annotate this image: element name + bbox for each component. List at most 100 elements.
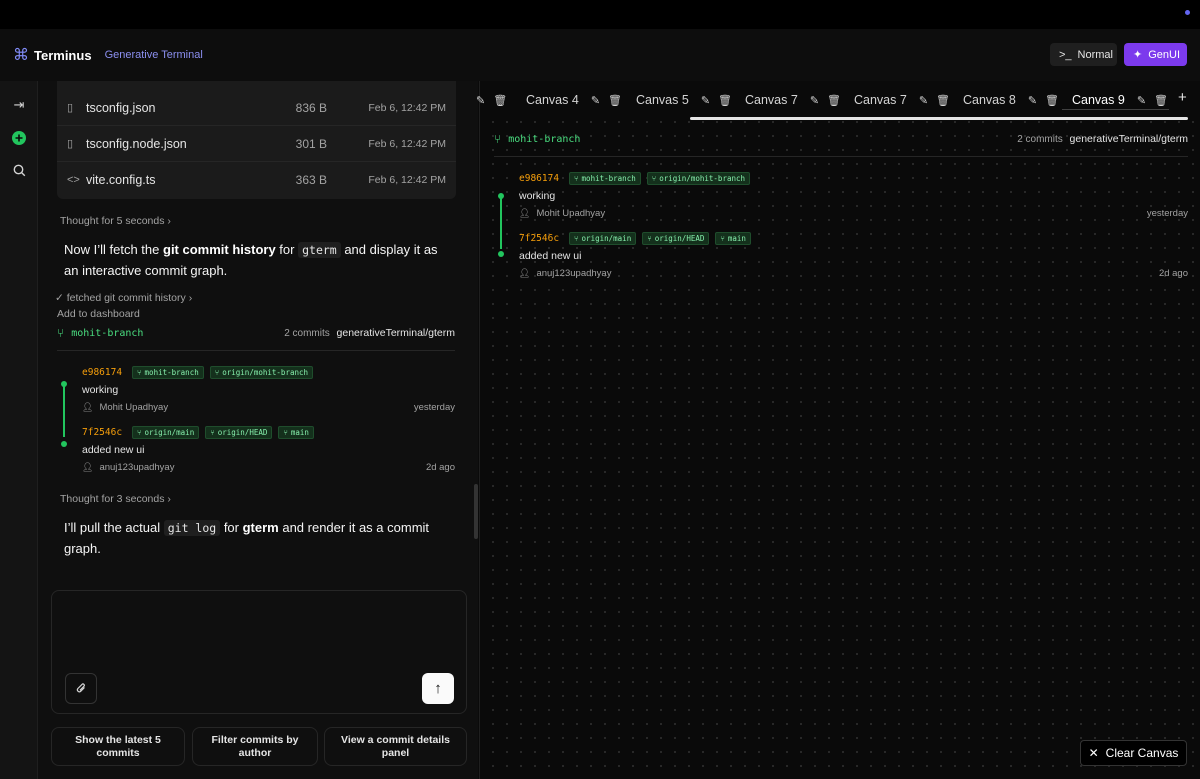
pencil-icon[interactable]: ✎ [810, 94, 819, 107]
trash-icon[interactable]: 🗑︎ [1045, 94, 1059, 107]
repo-name: generativeTerminal/gterm [336, 327, 455, 339]
clear-canvas-button[interactable]: ✕ Clear Canvas [1080, 740, 1187, 766]
trash-icon[interactable]: 🗑︎ [718, 94, 732, 107]
branch-name: mohit-branch [508, 133, 581, 145]
commit-item[interactable]: e986174 ⑂ mohit-branch ⑂ origin/mohit-bran… [519, 171, 1188, 219]
commit-hash: 7f2546c [519, 232, 560, 244]
new-chat-icon[interactable] [11, 130, 27, 146]
file-row[interactable]: <> vite.config.ts 363 B Feb 6, 12:42 PM [57, 162, 456, 198]
thought-toggle[interactable]: Thought for 3 seconds › [60, 493, 171, 505]
tab-partial[interactable]: ✎ 🗑︎ [476, 91, 507, 109]
divider [494, 156, 1188, 157]
ref-label: origin/main [144, 427, 195, 437]
ref-tag: ⑂ origin/main [132, 425, 200, 439]
ref-label: mohit-branch [144, 367, 199, 377]
trash-icon[interactable]: 🗑︎ [827, 94, 841, 107]
commit-time: yesterday [1146, 208, 1188, 219]
commit-time: 2d ago [425, 462, 455, 473]
ref-tag: ⑂ main [278, 425, 314, 439]
add-to-dashboard-link[interactable]: Add to dashboard [57, 308, 140, 320]
ref-tag: ⑂ origin/main [569, 231, 637, 245]
tab-canvas-4[interactable]: Canvas 4 ✎ 🗑︎ [526, 91, 622, 109]
ref-label: main [290, 427, 309, 437]
tab-canvas-7b[interactable]: Canvas 7 ✎ 🗑︎ [854, 91, 950, 109]
tab-label: Canvas 9 [1072, 93, 1125, 107]
file-size: 836 B [295, 100, 327, 115]
trash-icon[interactable]: 🗑︎ [493, 94, 507, 107]
pencil-icon[interactable]: ✎ [591, 94, 600, 107]
commit-item[interactable]: 7f2546c ⑂ origin/main ⑂ origin/HEAD ⑂ main … [519, 231, 1188, 279]
graph-header: ⑂ mohit-branch [57, 324, 143, 342]
tab-canvas-8[interactable]: Canvas 8 ✎ 🗑︎ [963, 91, 1059, 109]
graph-meta: 2 commits generativeTerminal/gterm [284, 327, 455, 339]
commit-hash: 7f2546c [82, 426, 123, 438]
suggestion-chip[interactable]: Filter commits by author [192, 727, 318, 766]
commit-message: added new ui [519, 250, 582, 262]
user-icon: 👤︎ [519, 208, 531, 218]
tab-label: Canvas 7 [745, 93, 798, 107]
paperclip-icon[interactable] [65, 673, 97, 704]
canvas-area: ✎ 🗑︎ Canvas 4 ✎ 🗑︎ Canvas 5 ✎ 🗑︎ Canvas … [476, 81, 1200, 779]
commit-message: working [82, 384, 119, 396]
file-date: Feb 6, 12:42 PM [368, 137, 446, 150]
file-icon: ▯ [67, 102, 74, 114]
tabs-scrollbar[interactable] [690, 117, 1188, 120]
commit-time: yesterday [413, 402, 455, 413]
ref-label: mohit-branch [581, 173, 636, 183]
git-branch-icon: ⑂ [283, 427, 288, 437]
user-icon: 👤︎ [519, 268, 531, 278]
trash-icon[interactable]: 🗑︎ [1154, 94, 1168, 107]
chat-panel: ▯ tsconfig.json 836 B Feb 6, 12:42 PM ▯ … [38, 81, 478, 779]
normal-mode-button[interactable]: >_ Normal [1050, 43, 1117, 66]
commit-time: 2d ago [1158, 268, 1188, 279]
commit-item[interactable]: e986174 ⑂ mohit-branch ⑂ origin/mohit-bran… [82, 365, 455, 413]
command-icon: ⌘ [13, 47, 29, 64]
search-icon[interactable] [11, 162, 27, 178]
file-row[interactable]: ▯ tsconfig.json 836 B Feb 6, 12:42 PM [57, 90, 456, 126]
pencil-icon[interactable]: ✎ [1137, 94, 1146, 107]
send-arrow-icon[interactable]: ↑ [422, 673, 454, 704]
suggestion-chip[interactable]: View a commit details panel [324, 727, 467, 766]
ref-label: origin/mohit-branch [659, 173, 746, 183]
genui-mode-button[interactable]: ✦ GenUI [1124, 43, 1187, 66]
check-icon: ✓ [55, 292, 67, 304]
commit-line [500, 197, 502, 249]
tab-canvas-7[interactable]: Canvas 7 ✎ 🗑︎ [745, 91, 841, 109]
thought-label: Thought for 5 seconds [60, 215, 165, 227]
pencil-icon[interactable]: ✎ [701, 94, 710, 107]
commit-graph-canvas: ⑂ mohit-branch 2 commits generativeTermi… [494, 130, 1188, 290]
trash-icon[interactable]: 🗑︎ [608, 94, 622, 107]
file-date: Feb 6, 12:42 PM [368, 101, 446, 114]
trash-icon[interactable]: 🗑︎ [936, 94, 950, 107]
tab-label: Canvas 8 [963, 93, 1016, 107]
commit-dot [61, 381, 67, 387]
message-bold: gterm [242, 520, 279, 535]
commit-hash: e986174 [519, 172, 560, 184]
suggestion-chip[interactable]: Show the latest 5 commits [51, 727, 185, 766]
pencil-icon[interactable]: ✎ [919, 94, 928, 107]
file-row[interactable]: ▯ tsconfig.node.json 301 B Feb 6, 12:42 … [57, 126, 456, 162]
brand: ⌘ Terminus Generative Terminal [13, 45, 203, 65]
chat-scrollbar[interactable] [474, 484, 478, 539]
file-icon: ▯ [67, 138, 74, 150]
tool-status-label: fetched git commit history [66, 292, 186, 304]
expand-sidebar-icon[interactable]: ⇥ [11, 97, 27, 113]
git-branch-icon: ⑂ [574, 233, 579, 243]
thought-toggle[interactable]: Thought for 5 seconds › [60, 215, 171, 227]
canvas-tabs: ✎ 🗑︎ Canvas 4 ✎ 🗑︎ Canvas 5 ✎ 🗑︎ Canvas … [476, 81, 1200, 121]
ref-tag: ⑂ origin/mohit-branch [209, 365, 314, 379]
tab-canvas-5[interactable]: Canvas 5 ✎ 🗑︎ [636, 91, 732, 109]
tab-canvas-9[interactable]: Canvas 9 ✎ 🗑︎ [1072, 91, 1168, 109]
plus-icon[interactable]: + [1178, 89, 1187, 106]
commit-item[interactable]: 7f2546c ⑂ origin/main ⑂ origin/HEAD ⑂ main … [82, 425, 455, 473]
commit-author: anuj123upadhyay [99, 462, 175, 473]
window-top-bar [0, 0, 1200, 29]
chat-composer[interactable]: ↑ [51, 590, 467, 714]
pencil-icon[interactable]: ✎ [476, 94, 485, 107]
git-branch-icon: ⑂ [210, 427, 215, 437]
terminal-icon: >_ [1059, 48, 1072, 61]
ref-tag: ⑂ mohit-branch [569, 171, 641, 185]
pencil-icon[interactable]: ✎ [1028, 94, 1037, 107]
tool-status[interactable]: ✓ fetched git commit history › [55, 292, 192, 304]
commit-message: working [519, 190, 556, 202]
